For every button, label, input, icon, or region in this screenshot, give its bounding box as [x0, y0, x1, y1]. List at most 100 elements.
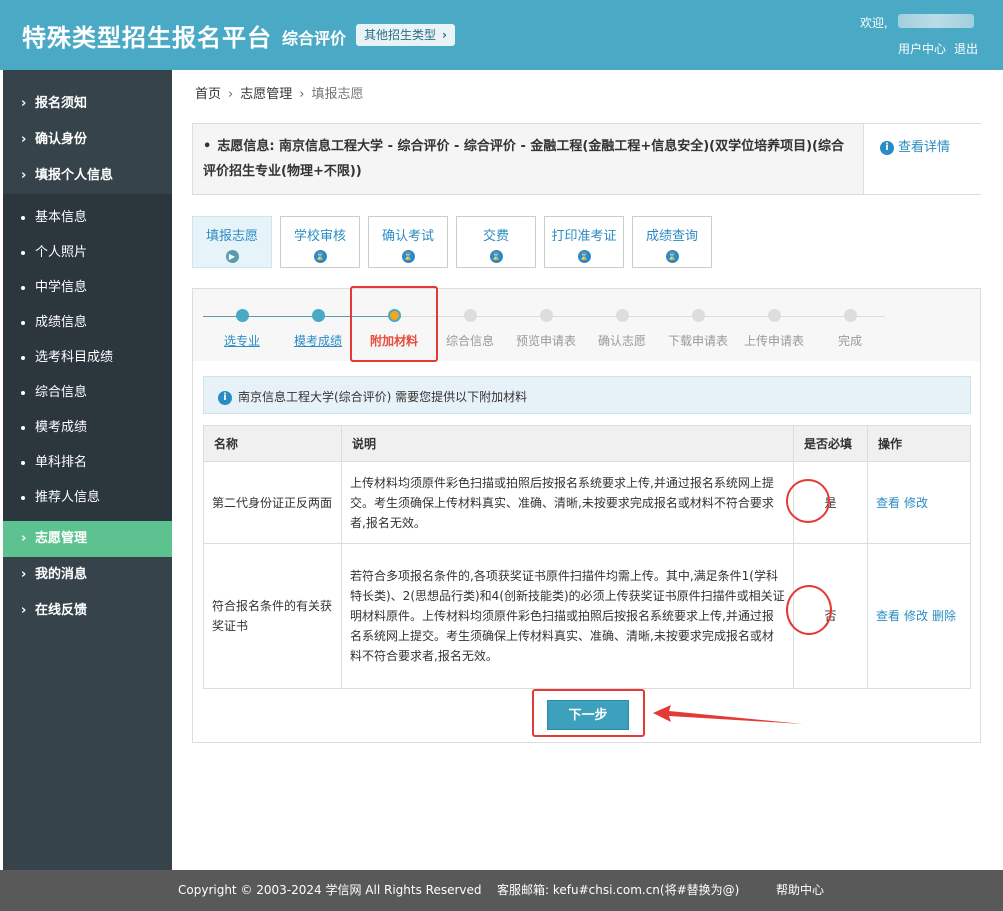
delete-link[interactable]: 删除: [932, 609, 956, 623]
footer-help-link[interactable]: 帮助中心: [776, 870, 824, 911]
hourglass-icon: ⌛: [401, 250, 415, 263]
hourglass-icon: ⌛: [489, 250, 503, 263]
step-comprehensive-info: 综合信息: [432, 309, 508, 349]
step-preview-form: 预览申请表: [508, 309, 584, 349]
cell-ops: 查看 修改 删除: [867, 543, 971, 689]
chevron-right-icon: ›: [21, 603, 27, 618]
chevron-right-icon: ›: [21, 567, 27, 582]
step-label: 上传申请表: [743, 334, 804, 348]
sidebar-subitem-elective-grades[interactable]: 选考科目成绩: [3, 340, 172, 375]
tab-print-admission[interactable]: 打印准考证 ⌛: [544, 216, 624, 268]
step-dot: [463, 309, 477, 322]
sidebar-item-label: 在线反馈: [35, 603, 88, 618]
top-header: 特殊类型招生报名平台 综合评价 其他招生类型 › 欢迎, 用户中心 退出: [0, 0, 1003, 70]
sidebar-item-label: 单科排名: [35, 455, 88, 470]
tab-label: 打印准考证: [551, 229, 617, 244]
sidebar-item-label: 综合信息: [35, 385, 88, 400]
bullet-icon: [21, 460, 25, 465]
tab-fill-application[interactable]: 填报志愿 ▶: [192, 216, 272, 268]
step-label: 选专业: [223, 334, 260, 348]
sidebar-item-label: 填报个人信息: [35, 168, 114, 183]
chevron-right-icon: ›: [299, 87, 305, 102]
tab-school-review[interactable]: 学校审核 ⌛: [280, 216, 360, 268]
view-details-link[interactable]: i 查看详情: [863, 124, 981, 194]
sidebar-item-label: 个人照片: [35, 245, 88, 260]
cell-name: 符合报名条件的有关获奖证书: [203, 543, 342, 689]
col-header-desc: 说明: [341, 425, 794, 462]
sidebar-item-messages[interactable]: › 我的消息: [3, 557, 172, 593]
step-mock-scores[interactable]: 模考成绩: [280, 309, 356, 349]
sidebar-subitem-school-info[interactable]: 中学信息: [3, 270, 172, 305]
sidebar-subitem-photo[interactable]: 个人照片: [3, 235, 172, 270]
materials-notice: i 南京信息工程大学(综合评价) 需要您提供以下附加材料: [203, 376, 971, 414]
step-select-major[interactable]: 选专业: [204, 309, 280, 349]
cell-name: 第二代身份证正反两面: [203, 461, 342, 544]
logout-link[interactable]: 退出: [954, 42, 978, 56]
sidebar-subitem-comprehensive-info[interactable]: 综合信息: [3, 375, 172, 410]
footer-copyright: Copyright © 2003-2024 学信网 All Rights Res…: [178, 883, 482, 897]
sidebar-item-label: 我的消息: [35, 567, 88, 582]
sidebar-subitem-subject-rank[interactable]: 单科排名: [3, 445, 172, 480]
sidebar-item-personal-info[interactable]: › 填报个人信息: [3, 158, 172, 194]
hourglass-icon: ⌛: [665, 250, 679, 263]
step-complete: 完成: [812, 309, 888, 349]
col-header-name: 名称: [203, 425, 342, 462]
sidebar-subitem-grades[interactable]: 成绩信息: [3, 305, 172, 340]
chevron-right-icon: ›: [228, 87, 234, 102]
step-label: 预览申请表: [515, 334, 576, 348]
main-content-panel: 选专业 模考成绩 附加材料 综合信息 预览申请表 确认志愿 下载申请表 上传申请…: [192, 286, 981, 743]
table-row: 第二代身份证正反两面 上传材料均须原件彩色扫描或拍照后按报名系统要求上传,并通过…: [203, 461, 971, 544]
bullet-icon: •: [203, 139, 212, 154]
sidebar-item-confirm-identity[interactable]: › 确认身份: [3, 122, 172, 158]
tab-payment[interactable]: 交费 ⌛: [456, 216, 536, 268]
tab-label: 填报志愿: [205, 229, 258, 244]
sidebar-item-label: 志愿管理: [35, 531, 88, 546]
step-download-form: 下载申请表: [660, 309, 736, 349]
step-upload-form: 上传申请表: [736, 309, 812, 349]
chevron-right-icon: ›: [442, 28, 447, 42]
step-dot: [767, 309, 781, 322]
step-dot: [311, 309, 325, 322]
page-footer: Copyright © 2003-2024 学信网 All Rights Res…: [0, 870, 1003, 911]
sidebar-item-feedback[interactable]: › 在线反馈: [3, 593, 172, 629]
annotation-circle-required-yes: [786, 479, 830, 523]
step-label: 综合信息: [445, 334, 494, 348]
sidebar-subitem-basic-info[interactable]: 基本信息: [3, 200, 172, 235]
table-header-row: 名称 说明 是否必填 操作: [203, 425, 971, 462]
other-types-button[interactable]: 其他招生类型 ›: [356, 24, 455, 46]
sidebar: › 报名须知 › 确认身份 › 填报个人信息 基本信息 个人照片 中学信息 成绩信息 …: [3, 70, 172, 870]
username-redacted: [898, 14, 974, 28]
step-dot: [843, 309, 857, 322]
step-dot: [235, 309, 249, 322]
highlight-next-button: [532, 689, 645, 737]
tab-confirm-exam[interactable]: 确认考试 ⌛: [368, 216, 448, 268]
breadcrumb-section[interactable]: 志愿管理: [240, 87, 292, 102]
col-header-required: 是否必填: [793, 425, 868, 462]
edit-link[interactable]: 修改: [904, 609, 928, 623]
sidebar-item-label: 选考科目成绩: [35, 350, 114, 365]
step-dot: [691, 309, 705, 322]
step-confirm-application: 确认志愿: [584, 309, 660, 349]
breadcrumb-current: 填报志愿: [311, 87, 364, 102]
breadcrumb-home[interactable]: 首页: [195, 87, 221, 102]
other-types-label: 其他招生类型: [364, 28, 437, 42]
table-row: 符合报名条件的有关获奖证书 若符合多项报名条件的,各项获奖证书原件扫描件均需上传…: [203, 543, 971, 689]
breadcrumb: 首页 › 志愿管理 › 填报志愿: [195, 83, 363, 102]
tab-score-query[interactable]: 成绩查询 ⌛: [632, 216, 712, 268]
chevron-right-icon: ›: [21, 168, 27, 183]
sidebar-item-application-management[interactable]: › 志愿管理: [3, 521, 172, 557]
view-link[interactable]: 查看: [876, 609, 900, 623]
sidebar-subitem-referee-info[interactable]: 推荐人信息: [3, 480, 172, 515]
tab-label: 学校审核: [293, 229, 346, 244]
step-dot: [539, 309, 553, 322]
sidebar-item-label: 报名须知: [35, 96, 88, 111]
edit-link[interactable]: 修改: [904, 496, 928, 510]
view-link[interactable]: 查看: [876, 496, 900, 510]
info-icon: i: [218, 390, 232, 405]
sidebar-item-notice[interactable]: › 报名须知: [3, 86, 172, 122]
sidebar-subitem-mock-scores[interactable]: 模考成绩: [3, 410, 172, 445]
user-center-link[interactable]: 用户中心: [898, 42, 946, 56]
application-info-box: • 志愿信息: 南京信息工程大学 - 综合评价 - 综合评价 - 金融工程(金融工…: [192, 123, 981, 195]
chevron-right-icon: ›: [21, 96, 27, 111]
tab-label: 交费: [482, 229, 509, 244]
